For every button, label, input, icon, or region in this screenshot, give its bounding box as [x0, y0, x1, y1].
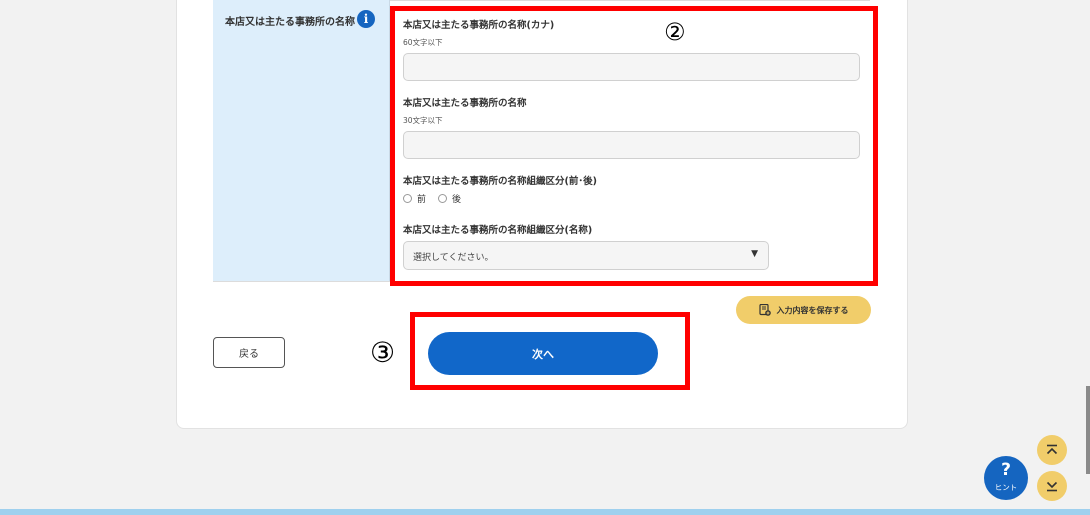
scrollbar-thumb[interactable]	[1086, 386, 1090, 474]
info-icon[interactable]: i	[357, 10, 375, 28]
annotation-marker-2: ②	[664, 18, 686, 46]
divider	[390, 0, 870, 1]
next-button[interactable]: 次へ	[428, 332, 658, 375]
hint-button[interactable]: ? ヒント	[984, 456, 1028, 500]
back-button[interactable]: 戻る	[213, 337, 285, 368]
chevron-up-bar-icon	[1046, 444, 1058, 455]
annotation-marker-3: ③	[370, 336, 396, 369]
highlight-box-2	[390, 6, 878, 286]
save-document-icon	[758, 304, 771, 316]
footer-bar	[0, 509, 1090, 515]
save-draft-button[interactable]: 入力内容を保存する	[736, 296, 871, 324]
row-label-cell	[213, 0, 390, 281]
scroll-to-bottom-button[interactable]	[1037, 471, 1067, 501]
scroll-to-top-button[interactable]	[1037, 435, 1067, 465]
question-icon: ?	[1001, 460, 1011, 480]
hint-label: ヒント	[994, 483, 1018, 492]
row-label: 本店又は主たる事務所の名称	[225, 17, 355, 28]
save-draft-label: 入力内容を保存する	[776, 305, 849, 315]
chevron-down-bar-icon	[1046, 481, 1058, 492]
